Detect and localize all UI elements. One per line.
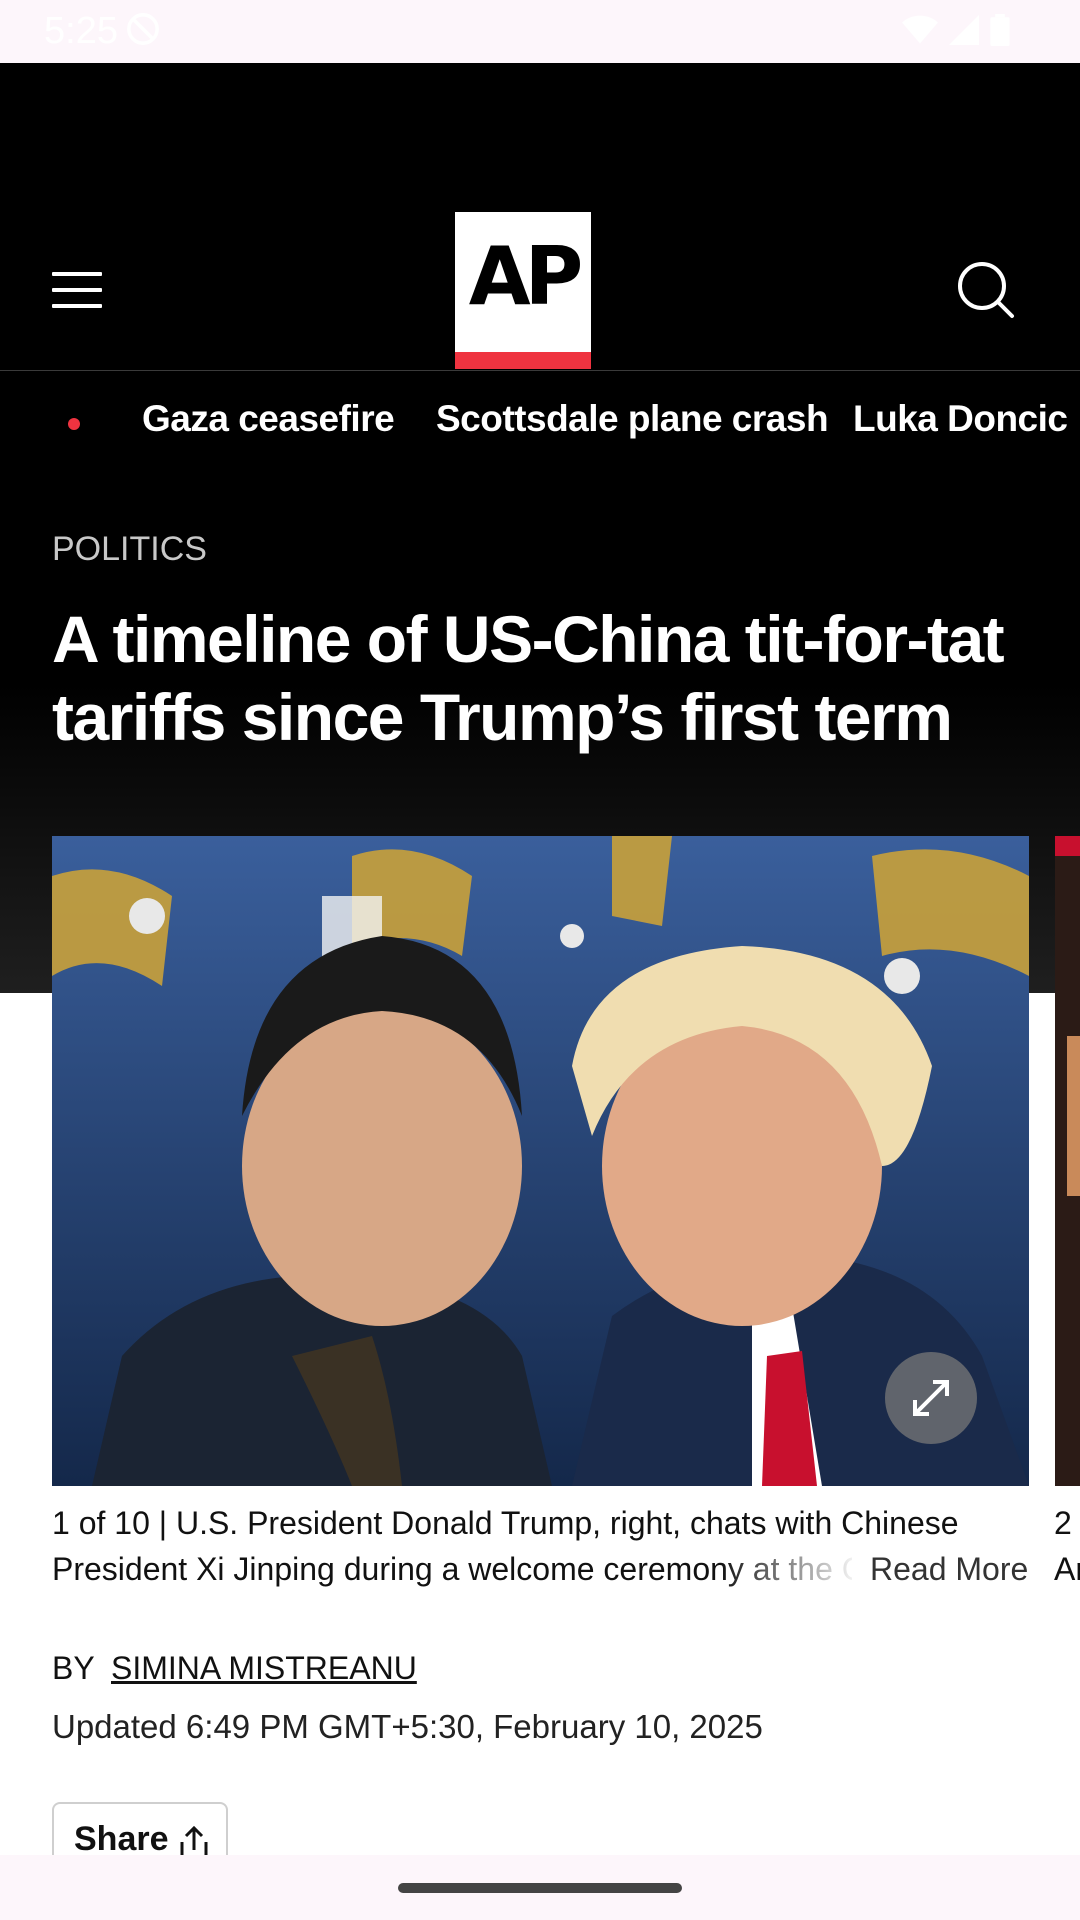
menu-button[interactable] bbox=[52, 272, 102, 308]
next-caption: 2 Ar bbox=[1054, 1500, 1080, 1592]
caption-fade bbox=[720, 1546, 860, 1592]
live-dot-icon bbox=[68, 418, 80, 430]
gallery-photo[interactable] bbox=[52, 836, 1029, 1486]
status-bar: 5:25 bbox=[0, 0, 1080, 65]
dnd-icon bbox=[127, 13, 159, 45]
signal-icon bbox=[949, 15, 979, 45]
updated-timestamp: Updated 6:49 PM GMT+5:30, February 10, 2… bbox=[52, 1708, 763, 1745]
share-label: Share bbox=[74, 1820, 169, 1858]
trending-item-gaza[interactable]: Gaza ceasefire bbox=[142, 398, 395, 440]
author-link[interactable]: SIMINA MISTREANU bbox=[111, 1650, 417, 1686]
gallery-counter: 1 of 10 | bbox=[52, 1505, 168, 1541]
byline-prefix: BY bbox=[52, 1650, 95, 1686]
next-caption-text: Ar bbox=[1054, 1551, 1080, 1587]
logo-red-bar bbox=[455, 352, 591, 369]
read-more-link[interactable]: Read More bbox=[866, 1546, 1029, 1592]
menu-icon bbox=[52, 272, 102, 276]
photo-illustration bbox=[52, 836, 1029, 1486]
wifi-icon bbox=[902, 15, 938, 44]
trending-item-luka[interactable]: Luka Doncic bbox=[853, 398, 1068, 440]
expand-photo-button[interactable] bbox=[885, 1352, 977, 1444]
logo-text: AP bbox=[468, 230, 584, 323]
status-icons bbox=[902, 12, 1010, 48]
status-time: 5:25 bbox=[44, 10, 118, 52]
headline: A timeline of US-China tit-for-tat tarif… bbox=[52, 600, 1012, 756]
search-icon[interactable] bbox=[956, 260, 1016, 320]
expand-icon bbox=[913, 1380, 949, 1416]
caption-line1: U.S. President Donald Trump, right, chat… bbox=[175, 1505, 959, 1541]
next-gallery-photo[interactable] bbox=[1055, 836, 1080, 1486]
headline-line2: tariffs since Trump’s first term bbox=[52, 680, 953, 754]
headline-line1: A timeline of US-China tit-for-tat bbox=[52, 602, 1005, 676]
section-label[interactable]: POLITICS bbox=[52, 530, 207, 569]
byline: BY SIMINA MISTREANU bbox=[52, 1650, 417, 1687]
battery-icon bbox=[990, 14, 1010, 46]
next-counter: 2 bbox=[1054, 1505, 1072, 1541]
next-photo-illustration bbox=[1055, 836, 1080, 1486]
ap-logo[interactable]: AP bbox=[455, 212, 591, 369]
trending-item-scottsdale[interactable]: Scottsdale plane crash bbox=[436, 398, 829, 440]
home-gesture-handle[interactable] bbox=[398, 1883, 682, 1893]
